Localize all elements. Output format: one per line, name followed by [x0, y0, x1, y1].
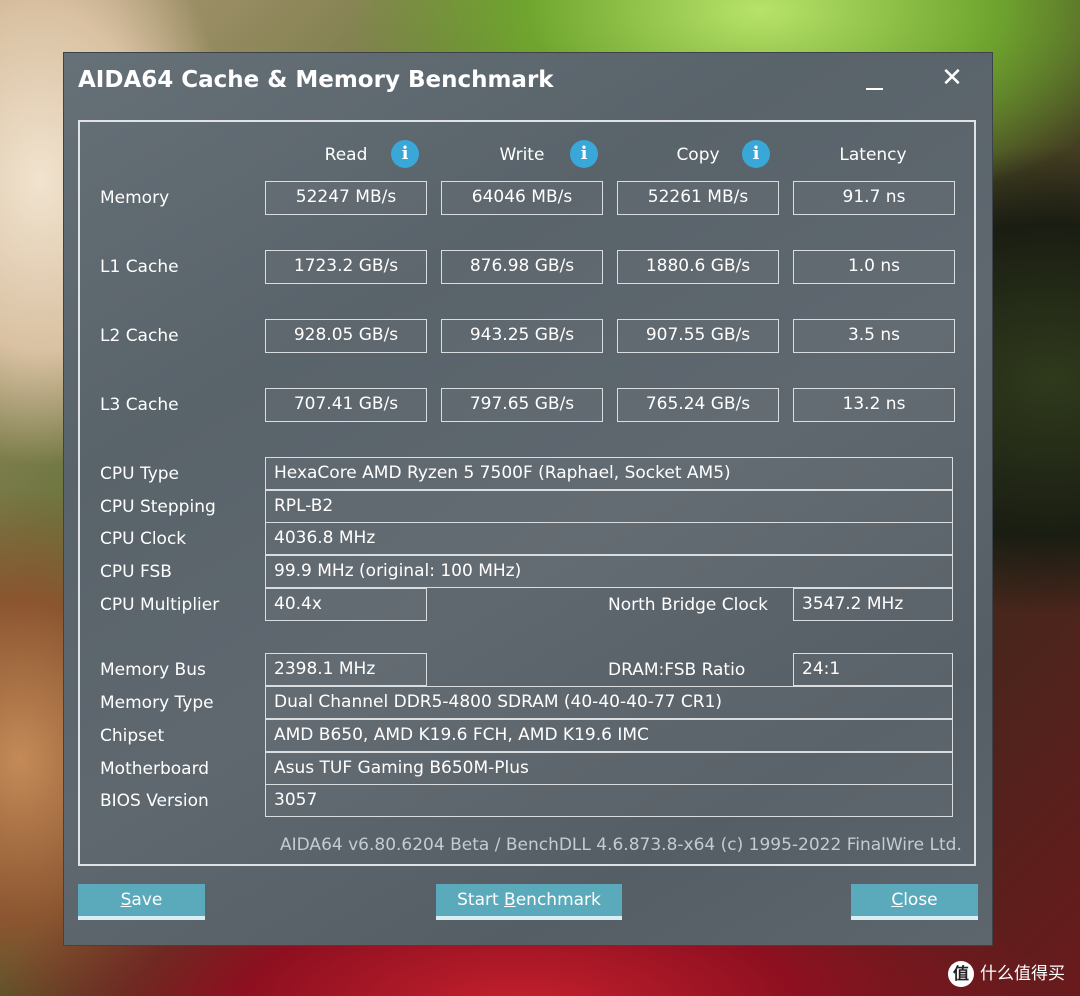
- memory-bus-value: 2398.1 MHz: [265, 653, 427, 686]
- cpu-stepping-value: RPL-B2: [265, 490, 953, 523]
- memory-latency-value: 91.7 ns: [793, 181, 955, 215]
- l3-copy-value: 765.24 GB/s: [617, 388, 779, 422]
- memory-bus-label: Memory Bus: [100, 660, 206, 680]
- minimize-button[interactable]: [854, 63, 894, 99]
- memory-copy-value: 52261 MB/s: [617, 181, 779, 215]
- minimize-icon: [866, 88, 883, 90]
- row-label-l2-cache: L2 Cache: [100, 326, 179, 346]
- l3-read-value: 707.41 GB/s: [265, 388, 427, 422]
- column-header-latency: Latency: [839, 145, 907, 165]
- start-hotkey: B: [504, 890, 516, 910]
- dram-fsb-ratio-value: 24:1: [793, 653, 953, 686]
- cpu-multiplier-value: 40.4x: [265, 588, 427, 621]
- l2-read-value: 928.05 GB/s: [265, 319, 427, 353]
- cpu-clock-value: 4036.8 MHz: [265, 522, 953, 555]
- start-benchmark-button[interactable]: Start Benchmark: [436, 884, 622, 920]
- cpu-multiplier-label: CPU Multiplier: [100, 595, 220, 615]
- window-title: AIDA64 Cache & Memory Benchmark: [78, 67, 554, 93]
- motherboard-label: Motherboard: [100, 759, 210, 779]
- cpu-clock-label: CPU Clock: [100, 529, 187, 549]
- l2-write-value: 943.25 GB/s: [441, 319, 603, 353]
- row-label-memory: Memory: [100, 188, 170, 208]
- bios-version-value: 3057: [265, 784, 953, 817]
- l2-latency-value: 3.5 ns: [793, 319, 955, 353]
- watermark-logo-icon: 值: [948, 961, 974, 987]
- title-bar[interactable]: AIDA64 Cache & Memory Benchmark ✕: [64, 53, 992, 111]
- cpu-fsb-value: 99.9 MHz (original: 100 MHz): [265, 555, 953, 588]
- version-copyright-text: AIDA64 v6.80.6204 Beta / BenchDLL 4.6.87…: [280, 835, 962, 855]
- write-info-icon[interactable]: i: [570, 140, 598, 168]
- l3-write-value: 797.65 GB/s: [441, 388, 603, 422]
- memory-type-label: Memory Type: [100, 693, 214, 713]
- watermark-text: 什么值得买: [980, 964, 1065, 984]
- close-label-rest: lose: [903, 890, 938, 910]
- bios-version-label: BIOS Version: [100, 791, 209, 811]
- close-hotkey: C: [891, 890, 904, 910]
- cpu-fsb-label: CPU FSB: [100, 562, 172, 582]
- start-label-before: Start: [457, 890, 505, 910]
- l3-latency-value: 13.2 ns: [793, 388, 955, 422]
- benchmark-window: AIDA64 Cache & Memory Benchmark ✕ Read i…: [64, 53, 992, 945]
- chipset-label: Chipset: [100, 726, 165, 746]
- memory-type-value: Dual Channel DDR5-4800 SDRAM (40-40-40-7…: [265, 686, 953, 719]
- motherboard-value: Asus TUF Gaming B650M-Plus: [265, 752, 953, 785]
- save-button[interactable]: Save: [78, 884, 205, 920]
- north-bridge-clock-label: North Bridge Clock: [608, 595, 768, 615]
- l1-latency-value: 1.0 ns: [793, 250, 955, 284]
- save-hotkey: S: [120, 890, 132, 910]
- north-bridge-clock-value: 3547.2 MHz: [793, 588, 953, 621]
- start-label-rest: enchmark: [515, 890, 601, 910]
- save-label-rest: ave: [131, 890, 163, 910]
- row-label-l1-cache: L1 Cache: [100, 257, 179, 277]
- l2-copy-value: 907.55 GB/s: [617, 319, 779, 353]
- cpu-type-label: CPU Type: [100, 464, 180, 484]
- dram-fsb-ratio-label: DRAM:FSB Ratio: [608, 660, 746, 680]
- copy-info-icon[interactable]: i: [742, 140, 770, 168]
- memory-write-value: 64046 MB/s: [441, 181, 603, 215]
- read-info-icon[interactable]: i: [391, 140, 419, 168]
- l1-write-value: 876.98 GB/s: [441, 250, 603, 284]
- row-label-l3-cache: L3 Cache: [100, 395, 179, 415]
- close-button[interactable]: Close: [851, 884, 978, 920]
- l1-copy-value: 1880.6 GB/s: [617, 250, 779, 284]
- chipset-value: AMD B650, AMD K19.6 FCH, AMD K19.6 IMC: [265, 719, 953, 752]
- l1-read-value: 1723.2 GB/s: [265, 250, 427, 284]
- cpu-type-value: HexaCore AMD Ryzen 5 7500F (Raphael, Soc…: [265, 457, 953, 490]
- site-watermark: 值什么值得买: [948, 959, 1065, 989]
- memory-read-value: 52247 MB/s: [265, 181, 427, 215]
- cpu-stepping-label: CPU Stepping: [100, 497, 216, 517]
- close-window-button[interactable]: ✕: [932, 63, 972, 99]
